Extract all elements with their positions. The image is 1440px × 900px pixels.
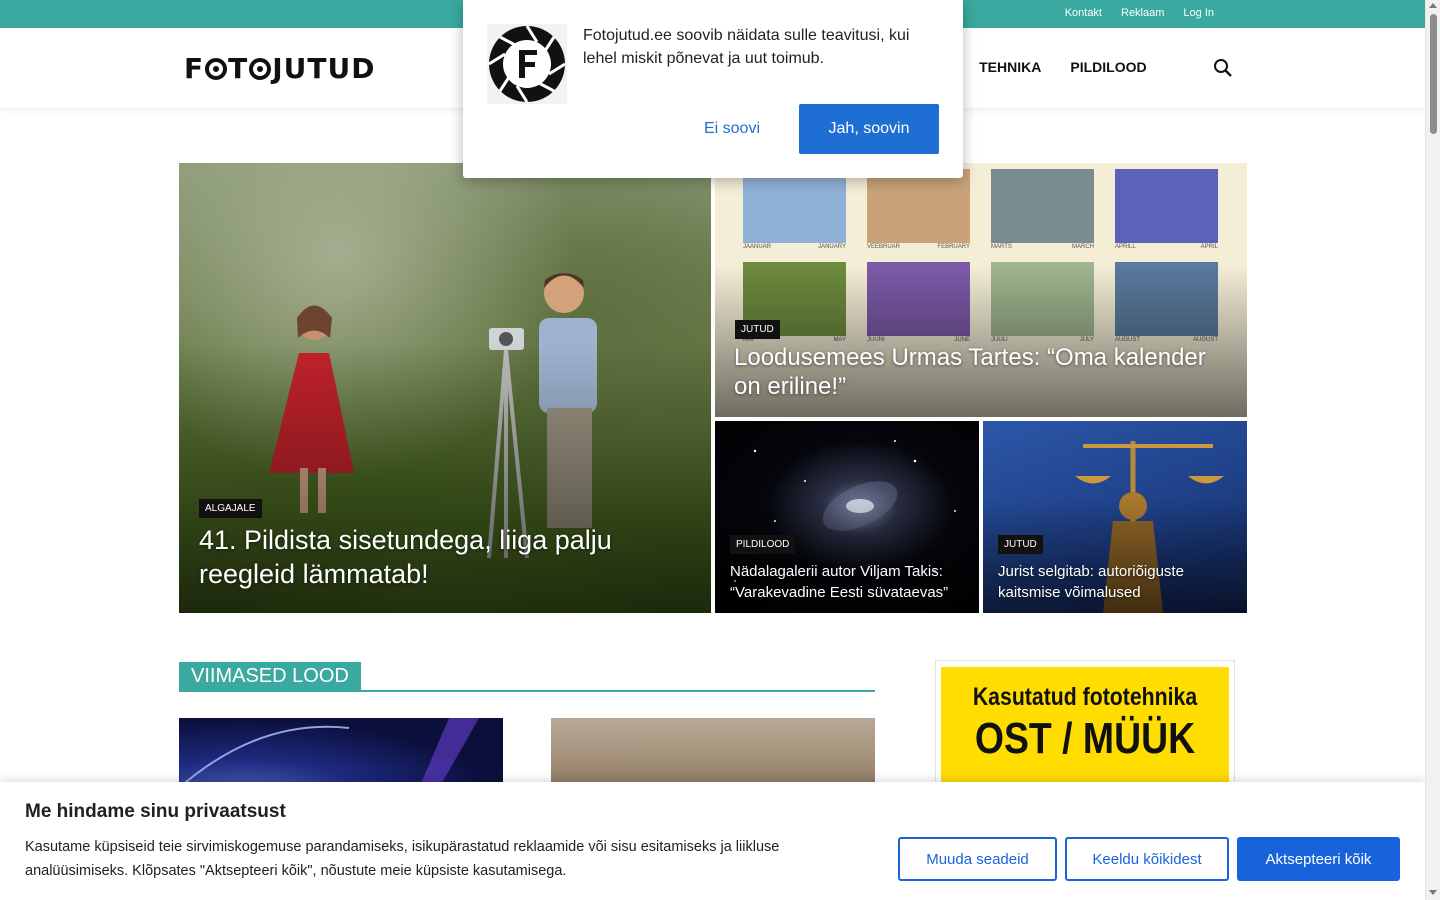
- article-title[interactable]: Jurist selgitab: autoriõiguste kaitsmise…: [998, 561, 1243, 603]
- push-notification-dialog: Fotojutud.ee soovib näidata sulle teavit…: [463, 0, 963, 178]
- planet-image: [179, 718, 479, 788]
- month-name-et: JAANUAR: [743, 244, 772, 250]
- logo-letter: T: [228, 52, 249, 85]
- article-thumbnail[interactable]: [551, 718, 875, 788]
- calendar-month-photo: [743, 169, 846, 243]
- cookie-accept-button[interactable]: Aktsepteeri kõik: [1237, 837, 1400, 881]
- scrollbar-thumb[interactable]: [1430, 14, 1437, 134]
- calendar-month-cell: JAANUAR JANUARY: [743, 169, 846, 250]
- hero-calendar-article[interactable]: JAANUAR JANUARY VEEBRUAR FEBRUARY MÄRTS MARCH…: [715, 163, 1247, 417]
- cookie-customize-button[interactable]: Muuda seadeid: [898, 837, 1057, 881]
- hero-law-article[interactable]: JUTUD Jurist selgitab: autoriõiguste kai…: [983, 421, 1247, 613]
- calendar-month-photo: [867, 169, 970, 243]
- section-title: VIIMASED LOOD: [179, 662, 361, 690]
- scroll-down-icon[interactable]: [1429, 890, 1437, 895]
- calendar-month-cell: APRILL APRIL: [1115, 169, 1218, 250]
- calendar-month-photo: [991, 169, 1094, 243]
- login-link[interactable]: Log In: [1183, 7, 1214, 19]
- main-nav: N TEHNIKA PILDILOOD: [940, 59, 1176, 75]
- nav-item-pildilood[interactable]: PILDILOOD: [1070, 59, 1146, 75]
- logo-lens-icon: [249, 57, 272, 80]
- article-thumbnail[interactable]: [179, 718, 503, 788]
- ad-line-1: Kasutatud fototehnika: [972, 683, 1198, 711]
- logo-tail: JUTUD: [272, 52, 376, 85]
- article-title[interactable]: Nädalagalerii autor Viljam Takis: “Varak…: [730, 561, 975, 603]
- calendar-month-cell: VEEBRUAR FEBRUARY: [867, 169, 970, 250]
- month-name-et: MÄRTS: [991, 244, 1012, 250]
- category-badge[interactable]: JUTUD: [735, 320, 780, 339]
- logo-lens-icon: [205, 57, 228, 80]
- push-message: Fotojutud.ee soovib näidata sulle teavit…: [583, 27, 910, 67]
- calendar-month-label: APRILL APRIL: [1115, 244, 1218, 250]
- article-title[interactable]: Loodusemees Urmas Tartes: “Oma kalender …: [734, 343, 1224, 401]
- advertise-link[interactable]: Reklaam: [1121, 7, 1164, 19]
- search-icon[interactable]: [1213, 58, 1233, 78]
- push-decline-button[interactable]: Ei soovi: [686, 104, 778, 154]
- cookie-text: Kasutame küpsiseid teie sirvimiskogemuse…: [25, 839, 780, 879]
- fotojutud-aperture-icon: [487, 24, 567, 104]
- site-logo[interactable]: F T JUTUD: [184, 52, 375, 85]
- calendar-month-cell: MÄRTS MARCH: [991, 169, 1094, 250]
- hero-space-article[interactable]: PILDILOOD Nädalagalerii autor Viljam Tak…: [715, 421, 979, 613]
- cookie-title: Me hindame sinu privaatsust: [25, 801, 286, 822]
- month-name-en: JANUARY: [818, 244, 846, 250]
- month-name-en: APRIL: [1200, 244, 1218, 250]
- logo-letter: F: [184, 52, 205, 85]
- page-scrollbar[interactable]: [1425, 0, 1440, 900]
- scroll-up-icon[interactable]: [1429, 3, 1437, 8]
- calendar-month-label: MÄRTS MARCH: [991, 244, 1094, 250]
- ad-banner[interactable]: Kasutatud fototehnika OST / MÜÜK: [941, 667, 1229, 787]
- month-name-en: MARCH: [1072, 244, 1094, 250]
- calendar-month-label: VEEBRUAR FEBRUARY: [867, 244, 970, 250]
- calendar-month-label: JAANUAR JANUARY: [743, 244, 846, 250]
- category-badge[interactable]: JUTUD: [998, 535, 1043, 554]
- nav-item-tehnika[interactable]: TEHNIKA: [979, 59, 1041, 75]
- ad-line-2: OST / MÜÜK: [974, 714, 1196, 763]
- hero-main-article[interactable]: ALGAJALE 41. Pildista sisetundega, liiga…: [179, 163, 711, 613]
- calendar-month-photo: [1115, 169, 1218, 243]
- contact-link[interactable]: Kontakt: [1065, 7, 1102, 19]
- category-badge[interactable]: ALGAJALE: [199, 499, 262, 518]
- top-links: Kontakt Reklaam Log In: [1065, 7, 1214, 19]
- category-badge[interactable]: PILDILOOD: [730, 535, 796, 554]
- cookie-consent-banner: Me hindame sinu privaatsust Kasutame küp…: [0, 782, 1425, 900]
- month-name-et: VEEBRUAR: [867, 244, 901, 250]
- month-name-et: APRILL: [1115, 244, 1136, 250]
- month-name-en: FEBRUARY: [937, 244, 970, 250]
- article-title[interactable]: 41. Pildista sisetundega, liiga palju re…: [199, 523, 669, 591]
- cookie-reject-button[interactable]: Keeldu kõikidest: [1065, 837, 1229, 881]
- push-accept-button[interactable]: Jah, soovin: [799, 104, 939, 154]
- section-header: VIIMASED LOOD: [179, 662, 875, 692]
